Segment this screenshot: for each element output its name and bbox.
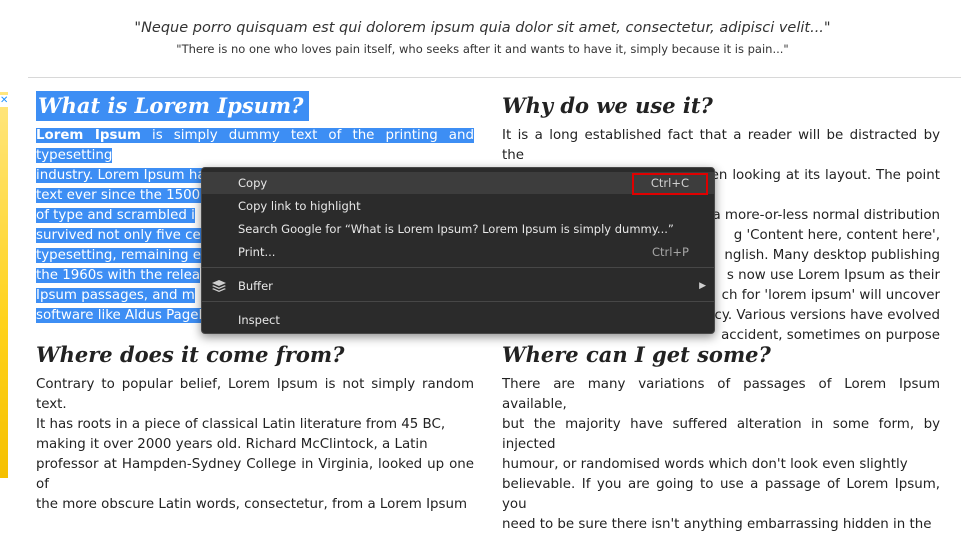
header-quote-english: "There is no one who loves pain itself, … — [176, 42, 789, 56]
paragraph-line: need to be sure there isn't anything emb… — [502, 517, 932, 532]
menu-separator — [202, 267, 714, 268]
menu-item-label: Buffer — [238, 279, 273, 293]
paragraph-line: the more obscure Latin words, consectetu… — [36, 497, 468, 512]
annotation-highlight-box — [632, 173, 708, 195]
paragraph-line: There are many variations of passages of… — [502, 377, 940, 412]
paragraph-line: Lorem Ipsum is simply dummy text of the … — [36, 128, 474, 163]
menu-item-buffer[interactable]: Buffer ▶ — [202, 275, 714, 297]
section-paragraph: Contrary to popular belief, Lorem Ipsum … — [36, 375, 474, 515]
menu-item-label: Copy — [238, 176, 268, 190]
paragraph-line: making it over 2000 years old. Richard M… — [36, 437, 428, 452]
menu-item-copy-link-to-highlight[interactable]: Copy link to highlight — [202, 195, 714, 217]
section-heading: Where does it come from? — [36, 342, 345, 367]
menu-item-shortcut: Ctrl+P — [651, 245, 689, 259]
side-widget-strip: ✕ — [0, 92, 8, 478]
menu-item-label: Search Google for “What is Lorem Ipsum? … — [238, 222, 674, 236]
menu-item-print[interactable]: Print... Ctrl+P — [202, 241, 714, 263]
chevron-right-icon: ▶ — [699, 281, 706, 291]
menu-item-search-google[interactable]: Search Google for “What is Lorem Ipsum? … — [202, 218, 714, 240]
paragraph-line: but the majority have suffered alteratio… — [502, 417, 940, 452]
section-heading: Where can I get some? — [502, 342, 771, 367]
header-quote-latin: "Neque porro quisquam est qui dolorem ip… — [134, 20, 831, 36]
section-where-from: Where does it come from? Contrary to pop… — [36, 340, 474, 515]
paragraph-line: Contrary to popular belief, Lorem Ipsum … — [36, 377, 474, 412]
section-heading: Why do we use it? — [502, 93, 713, 118]
section-heading: What is Lorem Ipsum? — [36, 91, 474, 121]
menu-item-inspect[interactable]: Inspect — [202, 309, 714, 331]
bold-term: Lorem Ipsum — [36, 128, 141, 143]
paragraph-line: believable. If you are going to use a pa… — [502, 477, 940, 512]
menu-separator — [202, 301, 714, 302]
buffer-icon — [212, 280, 226, 292]
section-paragraph: There are many variations of passages of… — [502, 375, 940, 535]
menu-item-label: Inspect — [238, 313, 280, 327]
menu-item-label: Print... — [238, 245, 276, 259]
section-heading-text: What is Lorem Ipsum? — [36, 91, 310, 121]
divider — [28, 77, 961, 78]
paragraph-line: It has roots in a piece of classical Lat… — [36, 417, 446, 432]
close-icon[interactable]: ✕ — [0, 95, 8, 107]
menu-item-label: Copy link to highlight — [238, 199, 361, 213]
paragraph-line: humour, or randomised words which don't … — [502, 457, 908, 472]
paragraph-line: professor at Hampden-Sydney College in V… — [36, 457, 474, 492]
paragraph-line: It is a long established fact that a rea… — [502, 128, 940, 163]
section-where-get: Where can I get some? There are many var… — [502, 340, 940, 535]
